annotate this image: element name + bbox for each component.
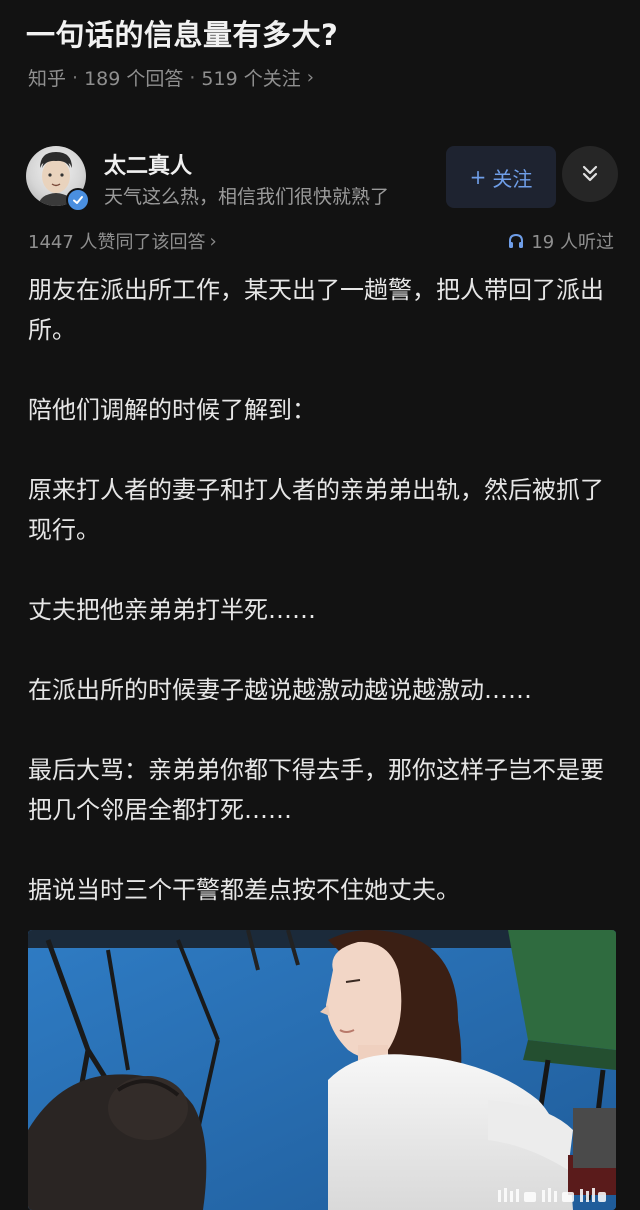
answer-paragraph: 在派出所的时候妻子越说越激动越说越激动…… xyxy=(28,676,532,704)
question-meta[interactable]: 知乎 · 189 个回答 · 519 个关注 › xyxy=(28,64,314,91)
double-chevron-down-icon xyxy=(582,165,598,182)
answer-stats: 1447 人赞同了该回答 › 19 人听过 xyxy=(28,228,614,254)
answer-paragraph: 朋友在派出所工作，某天出了一趟警，把人带回了派出所。 xyxy=(28,276,604,344)
answer-paragraph: 丈夫把他亲弟弟打半死…… xyxy=(28,596,316,624)
question-title[interactable]: 一句话的信息量有多大? xyxy=(26,12,338,54)
source-label: 知乎 xyxy=(28,68,67,90)
answer-image[interactable] xyxy=(28,930,616,1210)
answer-paragraph: 陪他们调解的时候了解到： xyxy=(28,396,316,424)
likes-link[interactable]: 1447 人赞同了该回答 › xyxy=(28,228,217,254)
video-watermark xyxy=(498,1188,608,1202)
author-name[interactable]: 太二真人 xyxy=(104,148,192,180)
likes-count: 1447 人赞同了该回答 xyxy=(28,232,206,253)
collapse-button[interactable] xyxy=(562,146,618,202)
author-bio: 天气这么热，相信我们很快就熟了 xyxy=(104,186,390,208)
headphones-icon xyxy=(509,233,524,248)
answer-paragraph: 原来打人者的妻子和打人者的亲弟弟出轨，然后被抓了现行。 xyxy=(28,476,604,544)
answer-count: 189 个回答 xyxy=(84,68,184,90)
listens-count: 19 人听过 xyxy=(531,232,614,253)
chevron-right-icon: › xyxy=(209,230,217,252)
meta-separator: · xyxy=(72,66,79,89)
answer-paragraph: 最后大骂：亲弟弟你都下得去手，那你这样子岂不是要把几个邻居全都打死…… xyxy=(28,756,604,824)
follow-label: 关注 xyxy=(492,166,533,191)
follower-count: 519 个关注 xyxy=(201,68,301,90)
answer-paragraph: 据说当时三个干警都差点按不住她丈夫。 xyxy=(28,876,460,904)
verified-badge-icon xyxy=(66,188,90,212)
plus-icon: + xyxy=(469,165,487,189)
listens-info[interactable]: 19 人听过 xyxy=(507,228,614,254)
author-card: 太二真人 天气这么热，相信我们很快就熟了 + 关注 xyxy=(26,146,618,212)
chevron-right-icon: › xyxy=(306,67,314,88)
meta-separator: · xyxy=(189,66,196,89)
follow-button[interactable]: + 关注 xyxy=(446,146,556,208)
answer-content: 朋友在派出所工作，某天出了一趟警，把人带回了派出所。 陪他们调解的时候了解到： … xyxy=(28,270,614,950)
